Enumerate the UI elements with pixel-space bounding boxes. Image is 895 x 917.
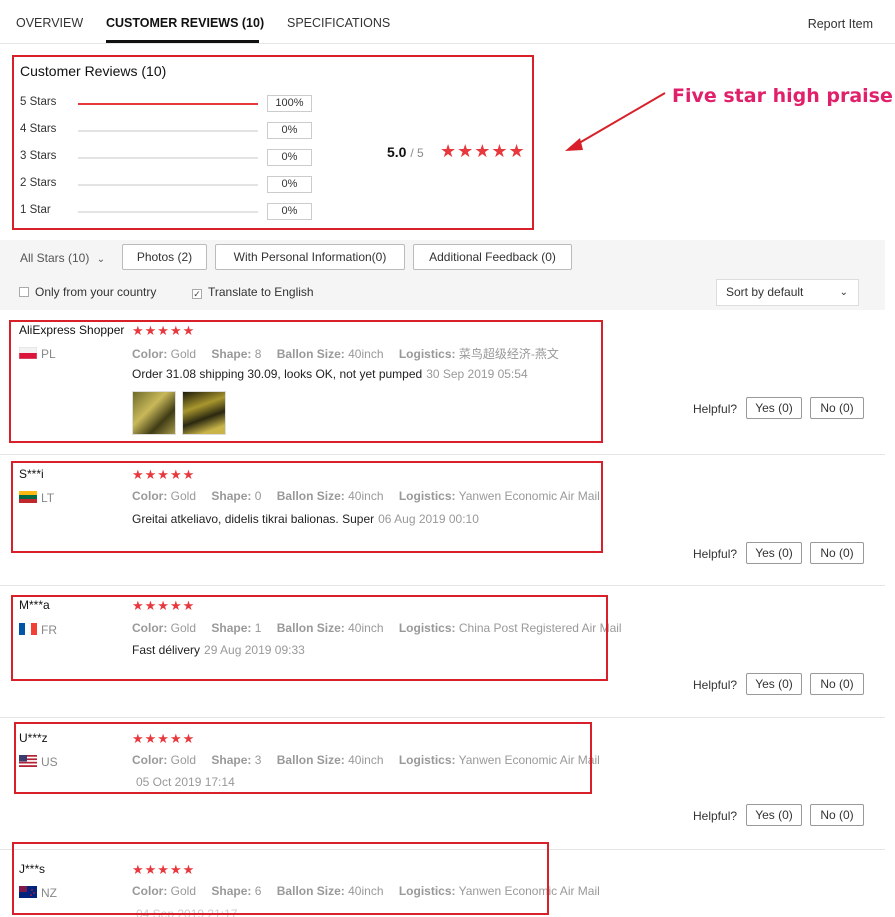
helpful-label: Helpful? (693, 547, 738, 561)
all-stars-dropdown[interactable]: All Stars (10) ⌄ (20, 251, 105, 265)
only-country-label: Only from your country (35, 285, 157, 299)
photos-filter-button[interactable]: Photos (2) (122, 244, 207, 270)
highlight-box-review (11, 595, 608, 681)
checkbox-checked-icon: ✓ (192, 289, 202, 299)
helpful-label: Helpful? (693, 678, 738, 692)
report-item-link[interactable]: Report Item (808, 17, 873, 31)
annotation-text: Five star high praise (672, 85, 893, 107)
tab-specifications[interactable]: SPECIFICATIONS (287, 16, 390, 30)
only-country-checkbox[interactable]: Only from your country (19, 285, 156, 299)
active-tab-underline (106, 40, 259, 43)
highlight-box-review (14, 722, 592, 794)
highlight-box-review (12, 842, 549, 915)
all-stars-label: All Stars (10) (20, 251, 90, 265)
translate-label: Translate to English (208, 285, 314, 299)
helpful-label: Helpful? (693, 402, 738, 416)
additional-feedback-filter-button[interactable]: Additional Feedback (0) (413, 244, 572, 270)
helpful-no-button[interactable]: No (0) (810, 804, 864, 826)
highlight-box-review (9, 320, 603, 443)
helpful-no-button[interactable]: No (0) (810, 673, 864, 695)
sort-label: Sort by default (726, 285, 804, 299)
sort-dropdown[interactable]: Sort by default ⌄ (716, 279, 859, 306)
helpful-no-button[interactable]: No (0) (810, 397, 864, 419)
chevron-down-icon: ⌄ (839, 287, 848, 298)
tab-overview[interactable]: OVERVIEW (16, 16, 83, 30)
personal-info-filter-button[interactable]: With Personal Information(0) (215, 244, 405, 270)
chevron-down-icon: ⌄ (96, 254, 106, 265)
checkbox-unchecked-icon (19, 287, 29, 297)
helpful-yes-button[interactable]: Yes (0) (746, 397, 802, 419)
helpful-no-button[interactable]: No (0) (810, 542, 864, 564)
annotation-arrow-icon (565, 92, 666, 151)
helpful-yes-button[interactable]: Yes (0) (746, 673, 802, 695)
helpful-yes-button[interactable]: Yes (0) (746, 542, 802, 564)
helpful-yes-button[interactable]: Yes (0) (746, 804, 802, 826)
translate-checkbox[interactable]: ✓ Translate to English (192, 285, 314, 299)
helpful-label: Helpful? (693, 809, 738, 823)
tab-bar: OVERVIEW CUSTOMER REVIEWS (10) SPECIFICA… (0, 0, 895, 44)
highlight-box-summary (12, 55, 534, 230)
highlight-box-review (11, 461, 603, 553)
tab-customer-reviews[interactable]: CUSTOMER REVIEWS (10) (106, 16, 264, 30)
